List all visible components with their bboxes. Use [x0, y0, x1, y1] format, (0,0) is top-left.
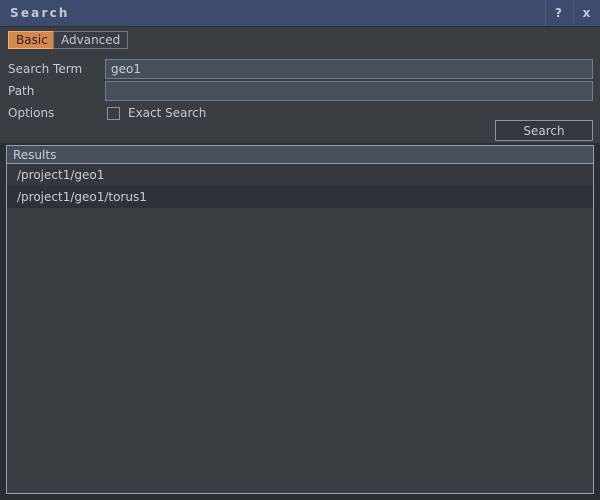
- close-icon[interactable]: x: [572, 0, 600, 26]
- list-item[interactable]: /project1/geo1: [7, 164, 593, 186]
- results-panel: Results /project1/geo1 /project1/geo1/to…: [6, 145, 594, 494]
- window-title: Search: [10, 6, 70, 20]
- tab-basic[interactable]: Basic: [8, 31, 56, 49]
- tab-bar: Basic Advanced: [0, 27, 600, 51]
- window-titlebar: Search ? x: [0, 0, 600, 27]
- path-input[interactable]: [105, 81, 593, 101]
- help-icon[interactable]: ?: [544, 0, 572, 26]
- path-label: Path: [8, 84, 35, 98]
- path-row: Path: [0, 80, 600, 102]
- search-term-input[interactable]: [105, 59, 593, 79]
- tab-advanced[interactable]: Advanced: [53, 31, 129, 49]
- exact-search-label: Exact Search: [128, 106, 207, 120]
- search-term-row: Search Term: [0, 58, 600, 80]
- list-item[interactable]: /project1/geo1/torus1: [7, 186, 593, 208]
- options-label: Options: [8, 106, 55, 120]
- exact-search-checkbox-wrap[interactable]: Exact Search: [107, 102, 206, 124]
- search-window: Search ? x Basic Advanced Search Term Pa…: [0, 0, 600, 500]
- results-header: Results: [7, 146, 593, 164]
- search-button[interactable]: Search: [495, 120, 593, 141]
- exact-search-checkbox[interactable]: [107, 106, 120, 120]
- search-term-label: Search Term: [8, 62, 83, 76]
